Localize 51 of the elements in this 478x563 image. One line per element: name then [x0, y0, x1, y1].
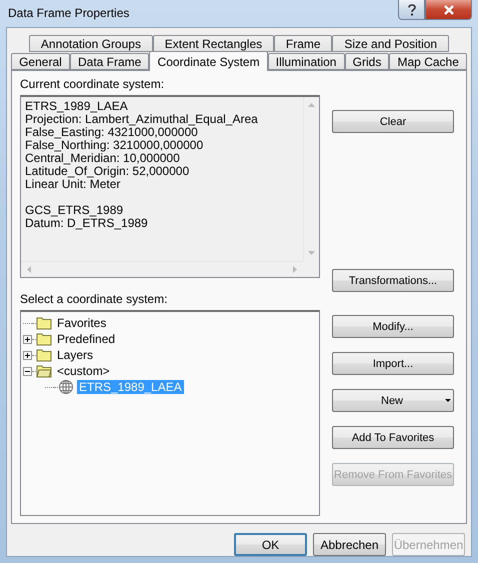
text-line: Datum: D_ETRS_1989 — [25, 217, 149, 230]
tab[interactable]: Grids — [344, 53, 390, 70]
scroll-up-icon[interactable] — [308, 103, 315, 107]
scroll-left-icon[interactable] — [27, 266, 31, 273]
tab[interactable]: Annotation Groups — [29, 35, 153, 52]
tree-item[interactable]: Layers — [55, 348, 96, 362]
button[interactable]: Modify... — [332, 315, 454, 338]
expand-icon[interactable] — [23, 334, 32, 344]
button[interactable]: Transformations... — [332, 269, 454, 292]
folder-icon — [36, 332, 52, 346]
folder-icon — [36, 348, 52, 362]
tab[interactable]: Size and Position — [332, 35, 449, 52]
collapse-icon[interactable] — [23, 366, 32, 376]
text-line: GCS_ETRS_1989 — [25, 204, 124, 217]
expand-icon[interactable] — [23, 350, 32, 360]
open-folder-icon — [36, 364, 52, 378]
close-icon — [442, 4, 454, 14]
button[interactable]: Clear — [332, 110, 454, 133]
scroll-down-icon[interactable] — [308, 251, 315, 255]
caret-icon — [445, 399, 451, 402]
button[interactable]: Abbrechen — [313, 533, 386, 556]
tab[interactable]: Frame — [274, 35, 332, 52]
text-line: Central_Meridian: 10,000000 — [25, 152, 181, 165]
window-title: Data Frame Properties — [8, 6, 130, 20]
tab[interactable]: Data Frame — [70, 53, 150, 70]
button[interactable]: Import... — [332, 352, 454, 375]
tree-item[interactable]: Favorites — [55, 316, 108, 330]
question-mark-icon — [406, 4, 416, 16]
button[interactable]: Add To Favorites — [332, 426, 454, 449]
tab[interactable]: Extent Rectangles — [152, 35, 274, 52]
text-line: ETRS_1989_LAEA — [25, 100, 129, 113]
tab[interactable]: Illumination — [268, 53, 345, 70]
tree-item[interactable]: Predefined — [55, 332, 118, 346]
scroll-right-icon[interactable] — [293, 266, 297, 273]
text-line: Linear Unit: Meter — [25, 178, 120, 191]
section-label: Select a coordinate system: — [20, 292, 168, 305]
section-label: Current coordinate system: — [20, 77, 166, 90]
folder-icon — [36, 316, 52, 330]
tab[interactable]: Coordinate System — [149, 51, 268, 71]
globe-icon — [58, 379, 74, 395]
tree-item[interactable]: <custom> — [55, 364, 112, 378]
text-line: Latitude_Of_Origin: 52,000000 — [25, 165, 190, 178]
close-button[interactable] — [425, 0, 472, 20]
text-line: Projection: Lambert_Azimuthal_Equal_Area — [25, 113, 259, 126]
button[interactable]: New — [332, 389, 454, 412]
text-line: False_Northing: 3210000,000000 — [25, 139, 204, 152]
help-button[interactable] — [398, 0, 425, 20]
button[interactable]: OK — [234, 533, 307, 556]
tab[interactable]: Map Cache — [389, 53, 467, 70]
text-line: False_Easting: 4321000,000000 — [25, 126, 198, 139]
tab[interactable]: General — [11, 53, 70, 70]
